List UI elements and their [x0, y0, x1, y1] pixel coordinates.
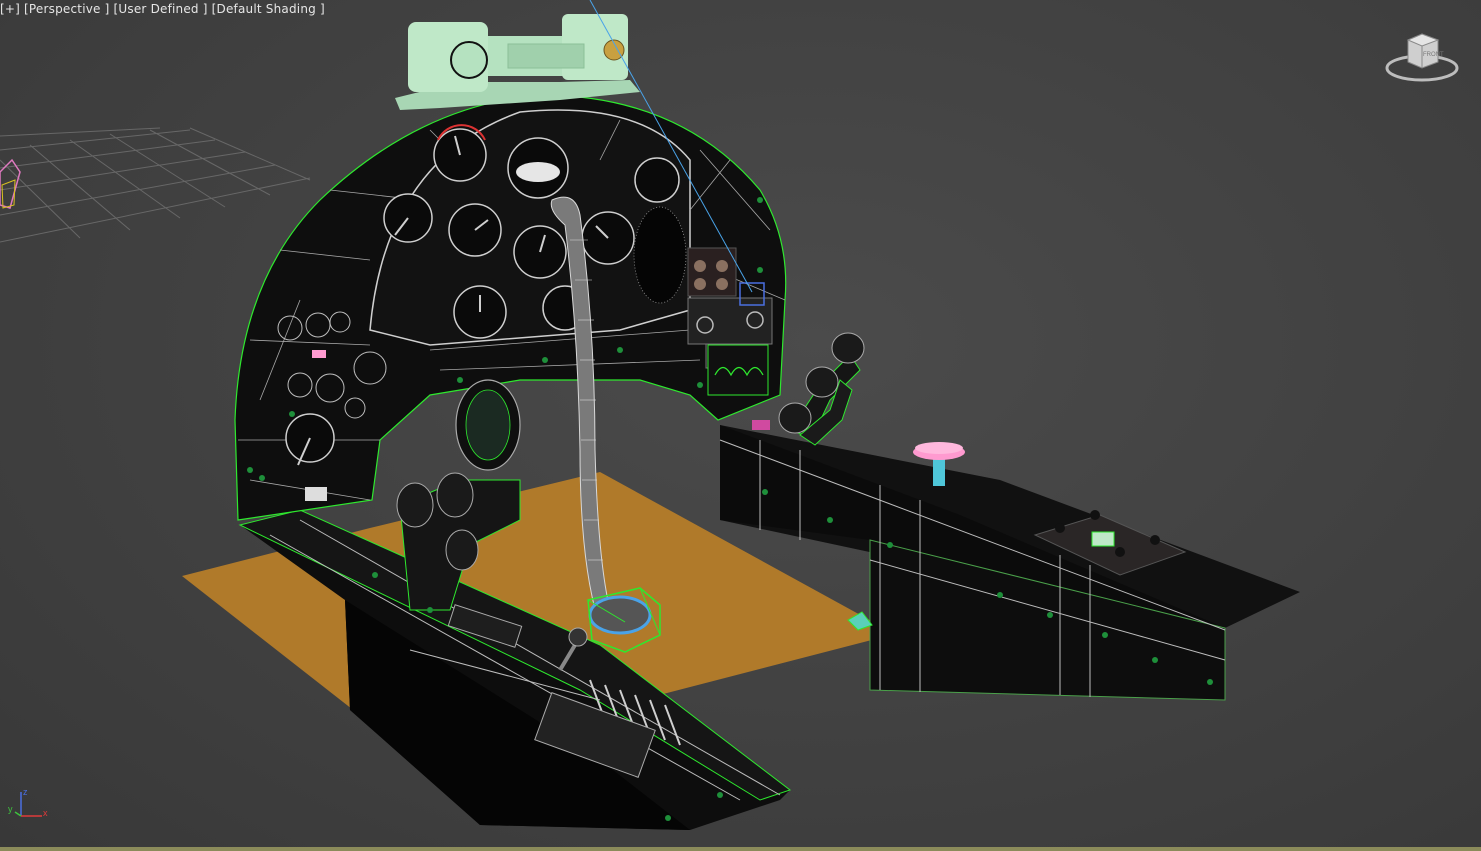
- y-axis-line: [14, 811, 22, 817]
- x-axis-label: x: [43, 808, 48, 818]
- viewport-active-border: [0, 847, 1481, 851]
- y-axis-label: y: [8, 804, 13, 814]
- home-grid: [0, 127, 311, 243]
- gunsight-mount[interactable]: [395, 14, 640, 110]
- right-console[interactable]: [719, 420, 1300, 701]
- panel-placard: [305, 487, 327, 501]
- perspective-viewport[interactable]: [+] [Perspective ] [User Defined ] [Defa…: [0, 0, 1481, 851]
- z-axis-label: z: [23, 787, 28, 797]
- axis-tripod: z x y: [6, 786, 56, 826]
- cockpit-scene[interactable]: [0, 0, 1481, 851]
- pink-toggle[interactable]: [312, 350, 326, 358]
- gauge-horizon-face: [516, 162, 560, 182]
- trim-wheel-left[interactable]: [455, 379, 521, 471]
- viewcube[interactable]: FRONT: [1384, 28, 1464, 88]
- magneto-switches[interactable]: [707, 344, 769, 396]
- throttle-levers[interactable]: [778, 332, 865, 446]
- compass-wireframe[interactable]: [633, 206, 687, 304]
- gauge-manifold: [634, 157, 680, 203]
- pink-button[interactable]: [752, 420, 770, 430]
- selected-switch[interactable]: [1091, 531, 1115, 547]
- viewcube-face-label: FRONT: [1423, 52, 1444, 58]
